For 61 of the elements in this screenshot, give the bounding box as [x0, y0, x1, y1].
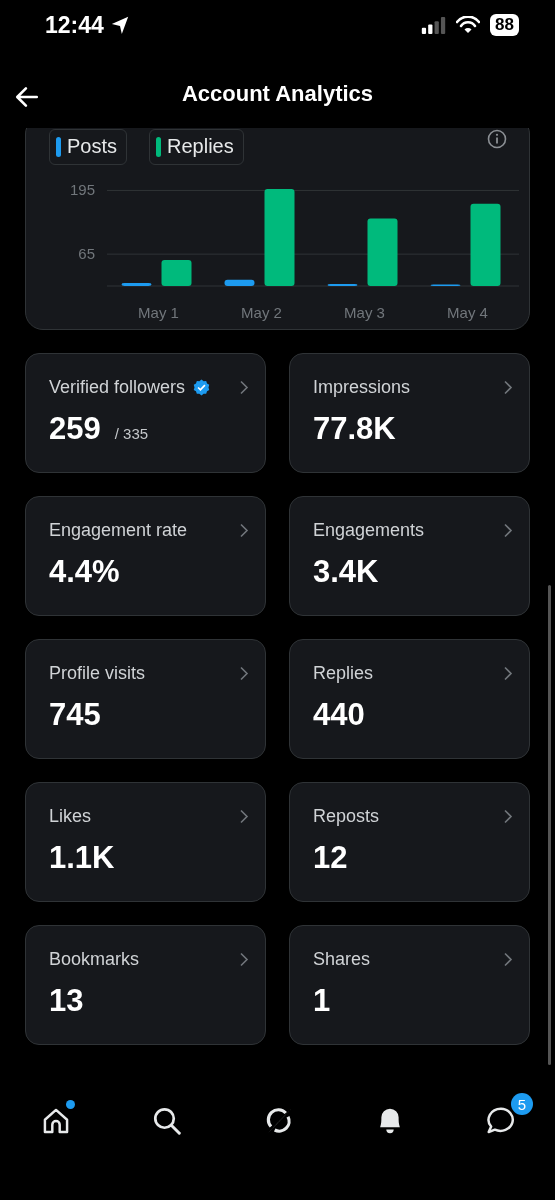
metric-label: Engagements	[313, 520, 425, 541]
metric-card[interactable]: Engagements 3.4K	[289, 496, 530, 616]
chevron-right-icon	[239, 952, 249, 967]
chevron-right-icon	[239, 380, 249, 395]
metric-value: 440	[313, 697, 365, 733]
bar	[121, 283, 152, 286]
metric-label: Engagement rate	[49, 520, 188, 541]
metric-card[interactable]: Bookmarks 13	[25, 925, 266, 1045]
metric-value: 259	[49, 411, 101, 447]
axis-tick-label: 65	[78, 245, 95, 263]
chevron-right-icon	[239, 523, 249, 538]
axis-category-label: May 4	[447, 304, 488, 321]
bar	[224, 279, 255, 286]
metric-value: 3.4K	[313, 554, 379, 590]
page-title: Account Analytics	[181, 81, 374, 107]
bar	[367, 218, 398, 286]
metric-label: Likes	[49, 806, 92, 827]
metric-label: Bookmarks	[49, 949, 140, 970]
bar	[161, 260, 192, 286]
chevron-right-icon	[239, 809, 249, 824]
metric-value: 4.4%	[49, 554, 120, 590]
info-icon[interactable]	[487, 129, 507, 149]
signal-icon	[421, 16, 447, 34]
metric-card[interactable]: Replies 440	[289, 639, 530, 759]
chevron-right-icon	[503, 809, 513, 824]
battery-level: 88	[490, 14, 519, 36]
metric-value: 13	[49, 983, 84, 1019]
metric-label: Shares	[313, 949, 371, 970]
chevron-right-icon	[503, 666, 513, 681]
axis-category-label: May 3	[344, 304, 385, 321]
axis-category-label: May 1	[138, 304, 179, 321]
metric-card[interactable]: Profile visits 745	[25, 639, 266, 759]
metric-value: 12	[313, 840, 348, 876]
metric-label: Replies	[313, 663, 374, 684]
metric-label: Verified followers	[49, 377, 186, 398]
chevron-right-icon	[503, 523, 513, 538]
metric-card[interactable]: Shares 1	[289, 925, 530, 1045]
metric-label: Profile visits	[49, 663, 146, 684]
metric-value: 745	[49, 697, 101, 733]
axis-tick-label: 195	[69, 181, 95, 199]
metric-value: 1.1K	[49, 840, 115, 876]
chevron-right-icon	[503, 952, 513, 967]
metric-label: Impressions	[313, 377, 411, 398]
wifi-icon	[456, 16, 481, 34]
legend-chip[interactable]: Replies	[149, 129, 244, 165]
axis-category-label: May 2	[241, 304, 282, 321]
legend-chip[interactable]: Posts	[49, 129, 128, 165]
metric-card[interactable]: Likes 1.1K	[25, 782, 266, 902]
metric-value: 77.8K	[313, 411, 396, 447]
unread-count: 5	[511, 1093, 533, 1115]
metric-card[interactable]: Verified followers 259 / 335	[25, 353, 266, 473]
search-icon[interactable]	[151, 1105, 184, 1137]
metric-card[interactable]: Engagement rate 4.4%	[25, 496, 266, 616]
chevron-right-icon	[239, 666, 249, 681]
metric-value: 1	[313, 983, 331, 1019]
metric-total: / 335	[114, 425, 149, 442]
metric-card[interactable]: Impressions 77.8K	[289, 353, 530, 473]
clock-time: 12:44	[45, 11, 104, 39]
metric-card[interactable]: Reposts 12	[289, 782, 530, 902]
metric-label: Reposts	[313, 806, 380, 827]
chevron-right-icon	[503, 380, 513, 395]
